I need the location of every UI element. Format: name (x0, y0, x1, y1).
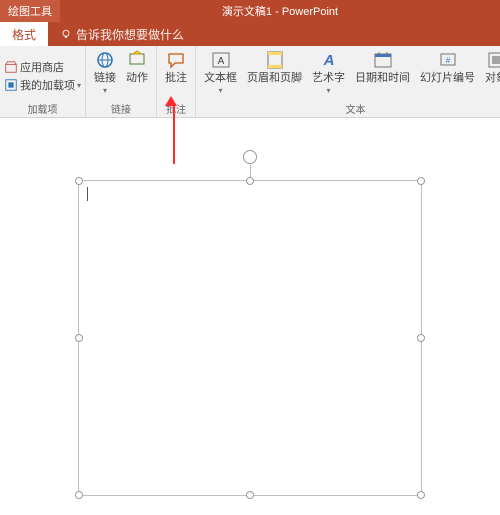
new-comment-button[interactable]: 批注 (161, 48, 191, 84)
rotate-handle[interactable] (243, 150, 257, 164)
text-cursor (87, 187, 88, 201)
annotation-arrow (170, 96, 177, 164)
comment-icon (166, 50, 186, 70)
hyperlink-icon (95, 50, 115, 70)
resize-handle-b[interactable] (246, 491, 254, 499)
datetime-icon (373, 50, 393, 70)
resize-handle-t[interactable] (246, 177, 254, 185)
resize-handle-r[interactable] (417, 334, 425, 342)
header-footer-button[interactable]: 页眉和页脚 (243, 48, 306, 84)
svg-text:A: A (322, 52, 334, 69)
addins-myaddins-button[interactable]: 我的加载项▾ (4, 77, 81, 93)
header-footer-icon (265, 50, 285, 70)
slide-number-icon: # (438, 50, 458, 70)
hyperlink-button[interactable]: 链接 ▾ (90, 48, 120, 95)
chevron-down-icon: ▾ (219, 86, 223, 95)
resize-handle-tr[interactable] (417, 177, 425, 185)
action-button[interactable]: 动作 (122, 48, 152, 84)
action-icon (127, 50, 147, 70)
chevron-down-icon: ▾ (103, 86, 107, 95)
addins-store-button[interactable]: 应用商店 (4, 59, 64, 75)
contextual-tab-label: 绘图工具 (0, 0, 60, 22)
wordart-icon: A (319, 50, 339, 70)
textbox-button[interactable]: A 文本框 ▾ (200, 48, 241, 95)
object-icon (486, 50, 500, 70)
svg-text:#: # (445, 56, 450, 65)
resize-handle-bl[interactable] (75, 491, 83, 499)
resize-handle-tl[interactable] (75, 177, 83, 185)
tell-me-label: 告诉我你想要做什么 (76, 26, 184, 43)
resize-handle-l[interactable] (75, 334, 83, 342)
document-title: 演示文稿1 - PowerPoint (60, 3, 500, 19)
title-bar: 绘图工具 演示文稿1 - PowerPoint (0, 0, 500, 22)
tell-me-search[interactable]: 告诉我你想要做什么 (60, 26, 184, 43)
group-links-label: 链接 (111, 101, 131, 116)
datetime-button[interactable]: 日期和时间 (351, 48, 414, 84)
addin-icon (4, 78, 18, 92)
object-button[interactable]: 对象 (481, 48, 500, 84)
group-text-label: 文本 (346, 101, 366, 116)
chevron-down-icon: ▾ (77, 81, 81, 90)
svg-text:A: A (217, 56, 224, 67)
group-addins-label: 加载项 (28, 101, 58, 116)
textbox-icon: A (211, 50, 231, 70)
tab-format[interactable]: 格式 (0, 22, 48, 46)
selected-textbox[interactable] (78, 180, 422, 496)
group-addins: 应用商店 我的加载项▾ 加载项 (0, 46, 86, 117)
chevron-down-icon: ▾ (327, 86, 331, 95)
resize-handle-br[interactable] (417, 491, 425, 499)
lightbulb-icon (60, 28, 72, 40)
group-links: 链接 ▾ 动作 链接 (86, 46, 157, 117)
store-icon (4, 60, 18, 74)
ribbon-tab-row: 格式 告诉我你想要做什么 (0, 22, 500, 46)
group-text: A 文本框 ▾ 页眉和页脚 A 艺术字 ▾ 日期和时间 # 幻灯片编号 (196, 46, 500, 117)
slide-number-button[interactable]: # 幻灯片编号 (416, 48, 479, 84)
wordart-button[interactable]: A 艺术字 ▾ (308, 48, 349, 95)
ribbon: 应用商店 我的加载项▾ 加载项 链接 ▾ 动作 链接 (0, 46, 500, 118)
